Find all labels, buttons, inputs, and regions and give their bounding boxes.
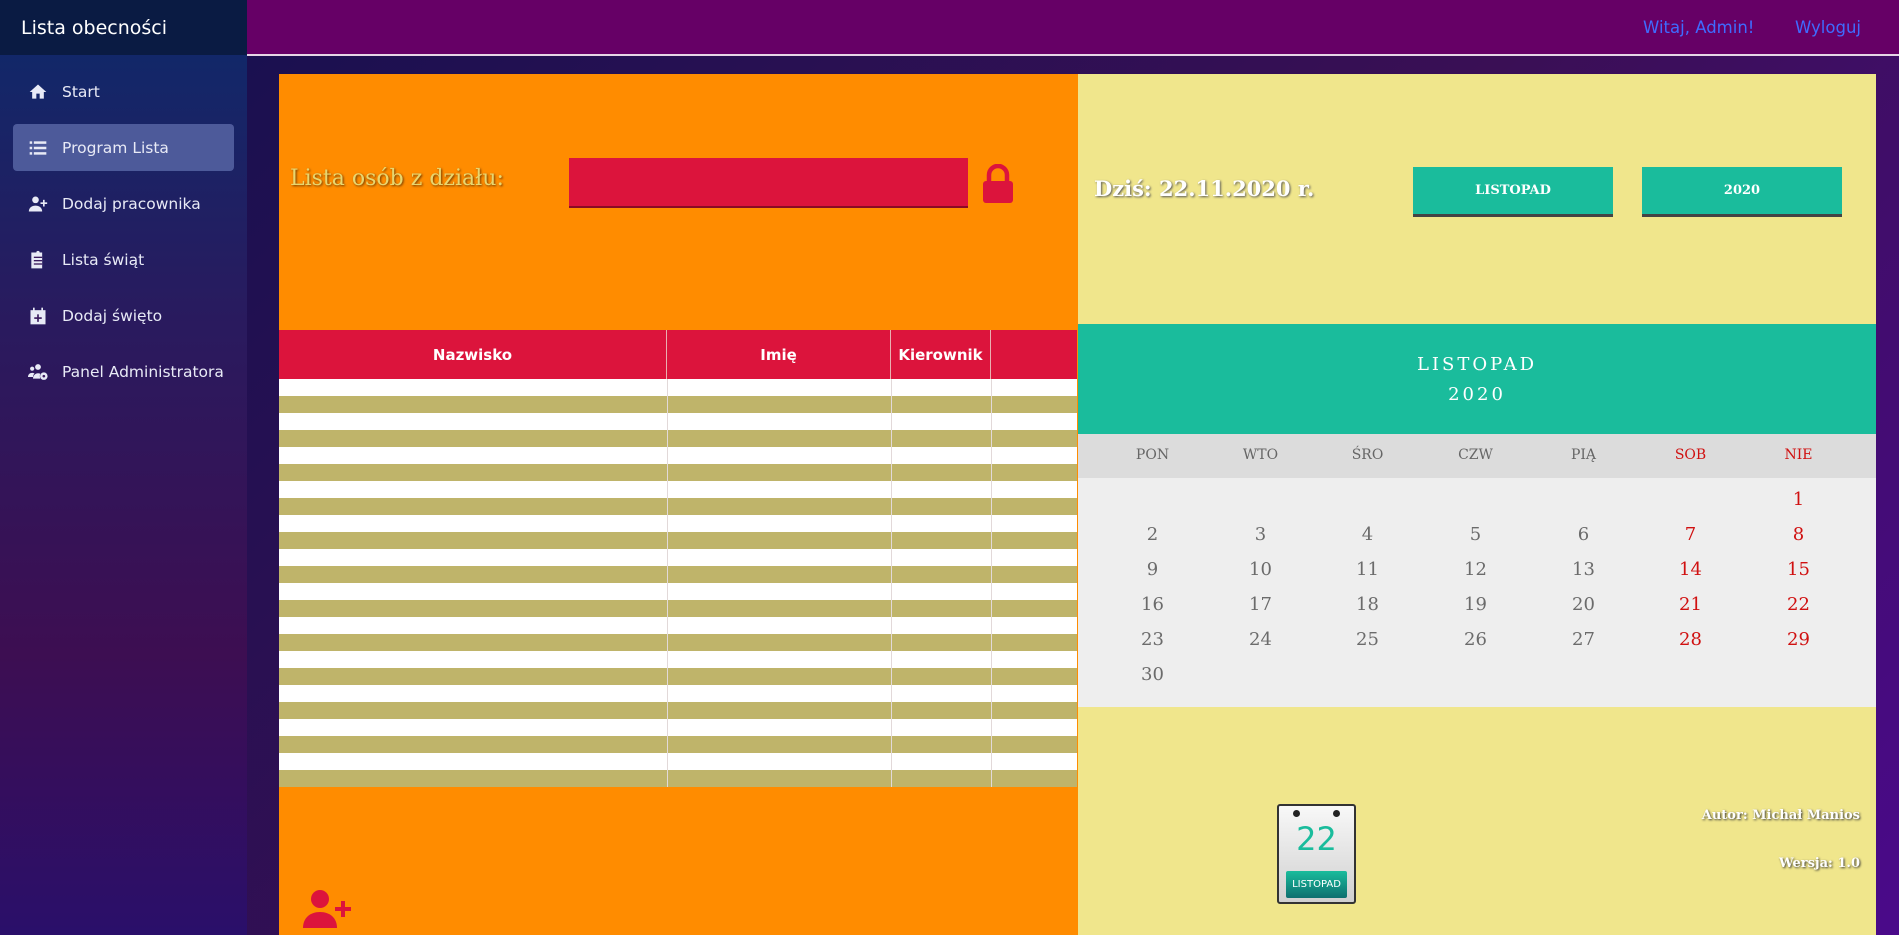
column-divider (667, 379, 668, 787)
lock-icon[interactable] (980, 164, 1016, 204)
weekday-header: PON (1135, 447, 1170, 463)
column-divider (891, 379, 892, 787)
employee-table: Nazwisko Imię Kierownik (279, 330, 1077, 787)
mini-calendar-month: LISTOPAD (1286, 871, 1347, 898)
sidebar-item-dodaj-pracownika[interactable]: Dodaj pracownika (13, 180, 234, 227)
calendar-day[interactable]: 19 (1422, 594, 1529, 615)
calendar-day[interactable]: 30 (1099, 664, 1206, 685)
calendar-day[interactable]: 13 (1530, 559, 1637, 580)
user-plus-icon (28, 194, 48, 214)
logout-link[interactable]: Wyloguj (1795, 18, 1861, 37)
year-select-button[interactable]: 2020 (1642, 167, 1842, 217)
version-text: Wersja: 1.0 (1778, 856, 1860, 871)
sidebar-item-label: Panel Administratora (62, 362, 224, 381)
department-label: Lista osób z działu: (290, 166, 504, 191)
calendar-day[interactable]: 4 (1314, 524, 1421, 545)
calendar-day[interactable]: 8 (1745, 524, 1852, 545)
author-text: Autor: Michał Manios (1701, 808, 1860, 823)
table-body (279, 379, 1077, 787)
list-icon (28, 138, 48, 158)
department-select[interactable] (569, 158, 968, 208)
calendar-day[interactable]: 25 (1314, 629, 1421, 650)
sidebar-item-label: Dodaj święto (62, 306, 163, 325)
weekday-header: NIE (1784, 447, 1813, 463)
calendar-day[interactable]: 20 (1530, 594, 1637, 615)
calendar-day[interactable]: 21 (1637, 594, 1744, 615)
sidebar: Lista obecności Start Program Lista Doda… (0, 0, 247, 935)
calendar-day[interactable]: 6 (1530, 524, 1637, 545)
calendar-day[interactable]: 15 (1745, 559, 1852, 580)
calendar-day[interactable]: 18 (1314, 594, 1421, 615)
calendar-day[interactable]: 14 (1637, 559, 1744, 580)
month-select-button[interactable]: LISTOPAD (1413, 167, 1613, 217)
calendar-day[interactable]: 10 (1207, 559, 1314, 580)
calendar-day[interactable]: 17 (1207, 594, 1314, 615)
table-header: Nazwisko Imię Kierownik (279, 330, 1077, 379)
mini-calendar-day: 22 (1296, 820, 1337, 858)
weekday-header: SOB (1674, 447, 1707, 463)
column-header-nazwisko[interactable]: Nazwisko (279, 330, 667, 379)
weekday-header: WTO (1242, 447, 1279, 463)
calendar-weekdays: PON WTO ŚRO CZW PIĄ SOB NIE (1078, 434, 1876, 478)
sidebar-item-panel-administratora[interactable]: Panel Administratora (13, 348, 234, 395)
home-icon (28, 82, 48, 102)
top-bar: Witaj, Admin! Wyloguj (247, 0, 1899, 56)
calendar-day[interactable]: 11 (1314, 559, 1421, 580)
clipboard-list-icon (28, 250, 48, 270)
calendar-header: LISTOPAD 2020 (1078, 324, 1876, 434)
calendar-day[interactable]: 22 (1745, 594, 1852, 615)
weekday-header: PIĄ (1570, 447, 1597, 463)
sidebar-item-dodaj-swieto[interactable]: Dodaj święto (13, 292, 234, 339)
weekday-header: ŚRO (1351, 447, 1384, 463)
calendar-day[interactable]: 9 (1099, 559, 1206, 580)
calendar-day[interactable]: 23 (1099, 629, 1206, 650)
column-header-imie[interactable]: Imię (667, 330, 891, 379)
mini-calendar: 22 LISTOPAD (1277, 804, 1356, 904)
sidebar-item-label: Program Lista (62, 138, 169, 157)
calendar-day[interactable]: 5 (1422, 524, 1529, 545)
calendar-day[interactable]: 29 (1745, 629, 1852, 650)
users-cog-icon (28, 362, 48, 382)
calendar-day[interactable]: 1 (1745, 489, 1852, 510)
sidebar-item-label: Start (62, 82, 100, 101)
calendar-day[interactable]: 28 (1637, 629, 1744, 650)
sidebar-item-label: Dodaj pracownika (62, 194, 201, 213)
calendar-day[interactable]: 24 (1207, 629, 1314, 650)
calendar-day[interactable]: 3 (1207, 524, 1314, 545)
sidebar-nav: Start Program Lista Dodaj pracownika Lis… (0, 68, 247, 395)
greeting-link[interactable]: Witaj, Admin! (1643, 18, 1754, 37)
calendar-grid: 1 2 3 4 5 6 7 8 9 10 11 12 13 14 15 16 17 18 19 20 21 22 23 24 2… (1078, 478, 1876, 707)
column-header-actions (991, 330, 1077, 379)
sidebar-item-program-lista[interactable]: Program Lista (13, 124, 234, 171)
sidebar-item-lista-swiat[interactable]: Lista świąt (13, 236, 234, 283)
calendar-day[interactable]: 27 (1530, 629, 1637, 650)
calendar-day[interactable]: 16 (1099, 594, 1206, 615)
binder-ring (1333, 810, 1340, 817)
column-divider (991, 379, 992, 787)
weekday-header: CZW (1458, 447, 1493, 463)
sidebar-item-start[interactable]: Start (13, 68, 234, 115)
calendar-day[interactable]: 7 (1637, 524, 1744, 545)
sidebar-item-label: Lista świąt (62, 250, 145, 269)
add-employee-icon[interactable] (303, 889, 351, 929)
app-brand[interactable]: Lista obecności (0, 0, 247, 55)
calendar-day[interactable]: 26 (1422, 629, 1529, 650)
calendar-day[interactable]: 2 (1099, 524, 1206, 545)
calendar-month: LISTOPAD (1416, 354, 1538, 375)
binder-ring (1293, 810, 1300, 817)
calendar-plus-icon (28, 306, 48, 326)
calendar-day[interactable]: 12 (1422, 559, 1529, 580)
calendar-year: 2020 (1448, 384, 1506, 405)
column-header-kierownik[interactable]: Kierownik (891, 330, 991, 379)
today-date: Dziś: 22.11.2020 r. (1094, 176, 1315, 201)
